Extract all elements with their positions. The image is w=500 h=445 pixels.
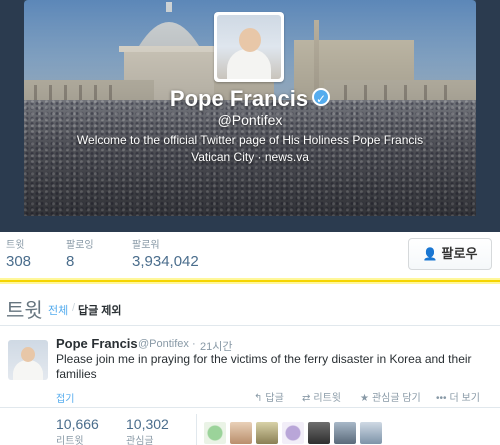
profile-avatar[interactable]	[214, 12, 284, 82]
count-label: 리트윗	[56, 436, 84, 445]
filter-all-link[interactable]: 전체	[48, 302, 68, 318]
more-label: 더 보기	[449, 393, 480, 404]
user-avatar[interactable]	[308, 422, 330, 444]
bio-location: Vatican City · news.va	[191, 150, 309, 164]
user-avatar[interactable]	[282, 422, 304, 444]
user-avatar[interactable]	[360, 422, 382, 444]
stat-value: 308	[6, 253, 32, 270]
tweet-avatar[interactable]	[8, 340, 48, 380]
avatar-robe	[227, 49, 271, 79]
stat-label: 트윗	[6, 240, 25, 251]
avatar-robe	[13, 360, 43, 380]
retweet-action[interactable]: ⇄ 리트윗	[302, 389, 341, 404]
profile-header: Pope Francis ✓ @Pontifex Welcome to the o…	[0, 0, 500, 232]
tweets-title: 트윗	[6, 300, 43, 322]
more-icon: •••	[436, 393, 447, 404]
user-avatar[interactable]	[230, 422, 252, 444]
retweet-label: 리트윗	[313, 393, 341, 404]
retweet-count[interactable]: 10,666 리트윗	[56, 416, 99, 445]
user-avatar[interactable]	[334, 422, 356, 444]
tweet-dot: ·	[192, 338, 196, 350]
favorite-action[interactable]: ★ 관심글 담기	[360, 389, 421, 404]
profile-page: Pope Francis ✓ @Pontifex Welcome to the o…	[0, 0, 500, 445]
avatar-face	[239, 28, 261, 52]
add-user-icon: 👤	[422, 247, 438, 261]
tweet-item[interactable]: Pope Francis @Pontifex · 21시간 Please joi…	[0, 330, 500, 408]
profile-name-line: Pope Francis ✓	[0, 86, 500, 112]
count-value: 10,666	[56, 416, 99, 432]
profile-name[interactable]: Pope Francis	[170, 86, 308, 111]
tweet-text: Please join me in praying for the victim…	[56, 352, 472, 381]
follow-label: 팔로우	[441, 246, 478, 261]
count-label: 관심글	[126, 436, 154, 445]
reply-label: 답글	[265, 393, 284, 404]
user-avatar[interactable]	[204, 422, 226, 444]
tweets-header: 트윗 전체 / 답글 제외	[0, 290, 500, 326]
star-icon: ★	[360, 393, 369, 404]
tweet-author-name[interactable]: Pope Francis	[56, 336, 138, 351]
stats-divider	[196, 414, 197, 445]
avatar-face	[21, 347, 35, 362]
stat-followers[interactable]: 팔로워 3,934,042	[132, 236, 199, 270]
reply-icon: ↰	[254, 393, 263, 404]
reply-action[interactable]: ↰ 답글	[254, 389, 284, 404]
more-action[interactable]: ••• 더 보기	[436, 389, 480, 404]
retweet-icon: ⇄	[302, 393, 311, 404]
stat-value: 3,934,042	[132, 253, 199, 270]
header-border-bottom	[0, 216, 500, 232]
profile-handle: @Pontifex	[217, 112, 283, 128]
stat-tweets[interactable]: 트윗 308	[6, 236, 31, 270]
count-value: 10,302	[126, 416, 169, 432]
filter-separator: /	[72, 302, 76, 314]
favorite-label: 관심글 담기	[371, 393, 421, 404]
stat-label: 팔로잉	[66, 240, 94, 251]
bio-text: Welcome to the official Twitter page of …	[76, 133, 424, 147]
highlight-divider	[0, 278, 500, 284]
stat-following[interactable]: 팔로잉 8	[66, 236, 94, 270]
tweet-author-handle[interactable]: @Pontifex	[138, 338, 189, 350]
avatar-photo	[217, 15, 281, 79]
filter-no-replies-link[interactable]: 답글 제외	[78, 302, 122, 318]
verified-badge-icon: ✓	[312, 88, 331, 106]
stat-value: 8	[66, 253, 75, 270]
stat-label: 팔로워	[132, 240, 160, 251]
profile-bio: Welcome to the official Twitter page of …	[40, 132, 460, 166]
collapse-link[interactable]: 접기	[56, 390, 74, 405]
follow-button[interactable]: 👤 팔로우	[408, 238, 492, 270]
user-avatar[interactable]	[256, 422, 278, 444]
favorite-count[interactable]: 10,302 관심글	[126, 416, 169, 445]
